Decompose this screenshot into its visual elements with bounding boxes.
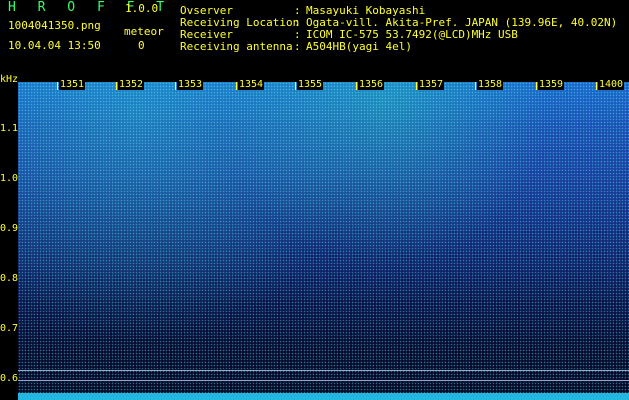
axis-unit: kHz bbox=[0, 74, 19, 85]
time-tick bbox=[295, 82, 296, 90]
time-label-1400: 1400 bbox=[598, 79, 625, 90]
meteor-count: 0 bbox=[138, 39, 145, 52]
time-tick bbox=[596, 82, 597, 90]
y-label-0-7: 0.7 bbox=[0, 323, 19, 334]
spectrogram bbox=[18, 82, 629, 400]
time-label-1356: 1356 bbox=[358, 79, 385, 90]
time-tick bbox=[536, 82, 537, 90]
time-tick bbox=[175, 82, 176, 90]
time-tick bbox=[416, 82, 417, 90]
frequency-axis: kHz 1.1 1.0 0.9 0.8 0.7 0.6 bbox=[0, 74, 19, 400]
meteor-label: meteor bbox=[124, 25, 164, 38]
y-label-0-9: 0.9 bbox=[0, 223, 19, 234]
y-label-0-6: 0.6 bbox=[0, 373, 19, 384]
time-label-1357: 1357 bbox=[418, 79, 445, 90]
spectrogram-noise bbox=[18, 82, 629, 400]
antenna-colon: : bbox=[294, 40, 301, 53]
time-tick bbox=[475, 82, 476, 90]
time-label-1351: 1351 bbox=[59, 79, 86, 90]
reference-line-upper bbox=[18, 370, 629, 371]
time-label-1353: 1353 bbox=[177, 79, 204, 90]
y-label-0-8: 0.8 bbox=[0, 273, 19, 284]
header-panel: H R O F F T 1.0.0 1004041350.png 10.04.0… bbox=[0, 0, 629, 76]
capture-datetime: 10.04.04 13:50 bbox=[8, 39, 101, 52]
antenna-label: Receiving antenna bbox=[180, 40, 293, 53]
time-tick bbox=[57, 82, 58, 90]
time-label-1352: 1352 bbox=[118, 79, 145, 90]
time-label-1359: 1359 bbox=[538, 79, 565, 90]
y-label-1-0: 1.0 bbox=[0, 173, 19, 184]
time-label-1358: 1358 bbox=[477, 79, 504, 90]
time-label-1355: 1355 bbox=[297, 79, 324, 90]
y-label-1-1: 1.1 bbox=[0, 123, 19, 134]
time-tick bbox=[356, 82, 357, 90]
app-version: 1.0.0 bbox=[125, 2, 159, 15]
spectrogram-baseline bbox=[18, 393, 629, 400]
time-label-1354: 1354 bbox=[238, 79, 265, 90]
time-tick bbox=[116, 82, 117, 90]
antenna-value: A504HB(yagi 4el) bbox=[306, 40, 412, 53]
reference-line-lower bbox=[18, 380, 629, 381]
time-tick bbox=[236, 82, 237, 90]
file-name: 1004041350.png bbox=[8, 19, 101, 32]
